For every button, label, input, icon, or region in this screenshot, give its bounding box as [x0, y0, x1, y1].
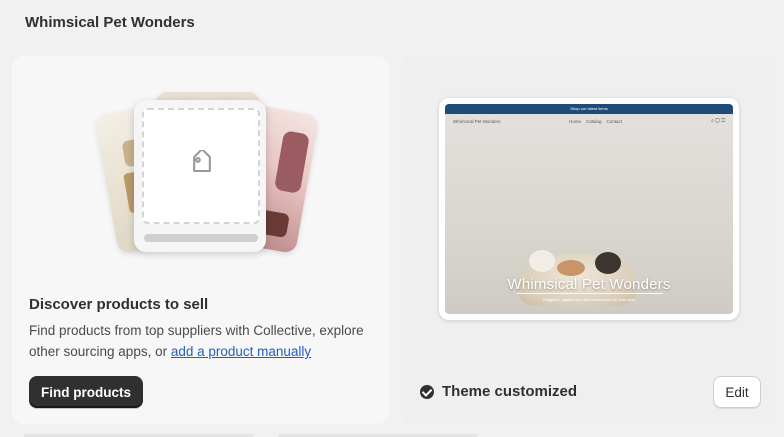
- preview-hero-dog: [595, 252, 621, 274]
- theme-status-label: Theme customized: [442, 383, 578, 400]
- preview-nav-link: Catalog: [586, 119, 602, 124]
- preview-hero-title: Whimsical Pet Wonders: [507, 276, 671, 293]
- product-image-placeholder: [142, 108, 260, 224]
- add-product-manually-link[interactable]: add a product manually: [171, 344, 311, 359]
- store-name-heading: Whimsical Pet Wonders: [25, 14, 195, 31]
- find-products-button[interactable]: Find products: [29, 376, 143, 408]
- preview-header: Whimsical Pet Wonders Home Catalog Contact…: [445, 114, 733, 128]
- theme-preview-screen: Shop our latest items Whimsical Pet Wond…: [445, 104, 733, 314]
- theme-preview[interactable]: Shop our latest items Whimsical Pet Wond…: [439, 98, 739, 320]
- preview-hero-divider: [517, 293, 663, 294]
- preview-hero-subtitle: Delightful, playful toys and accessories…: [542, 297, 636, 302]
- preview-nav: Home Catalog Contact: [569, 119, 627, 124]
- edit-theme-button[interactable]: Edit: [713, 376, 761, 408]
- discover-description: Find products from top suppliers with Co…: [29, 320, 379, 362]
- preview-logo: Whimsical Pet Wonders: [453, 119, 501, 124]
- theme-status: Theme customized: [420, 383, 577, 400]
- product-title-placeholder: [144, 234, 258, 242]
- tag-icon: [193, 150, 211, 173]
- preview-hero-dog: [557, 260, 585, 276]
- preview-header-icons: ⌕ ◯ ◫: [710, 118, 725, 124]
- placeholder-product-card: [134, 100, 266, 252]
- products-illustration: [94, 92, 320, 258]
- preview-nav-link: Home: [569, 119, 582, 124]
- check-circle-icon: [420, 384, 434, 399]
- preview-nav-link: Contact: [606, 119, 623, 124]
- discover-products-card: Discover products to sell Find products …: [12, 56, 389, 424]
- discover-heading: Discover products to sell: [29, 296, 209, 313]
- preview-announcement-bar: Shop our latest items: [445, 104, 733, 114]
- theme-card: Shop our latest items Whimsical Pet Wond…: [401, 56, 777, 424]
- preview-hero-dog: [529, 250, 555, 272]
